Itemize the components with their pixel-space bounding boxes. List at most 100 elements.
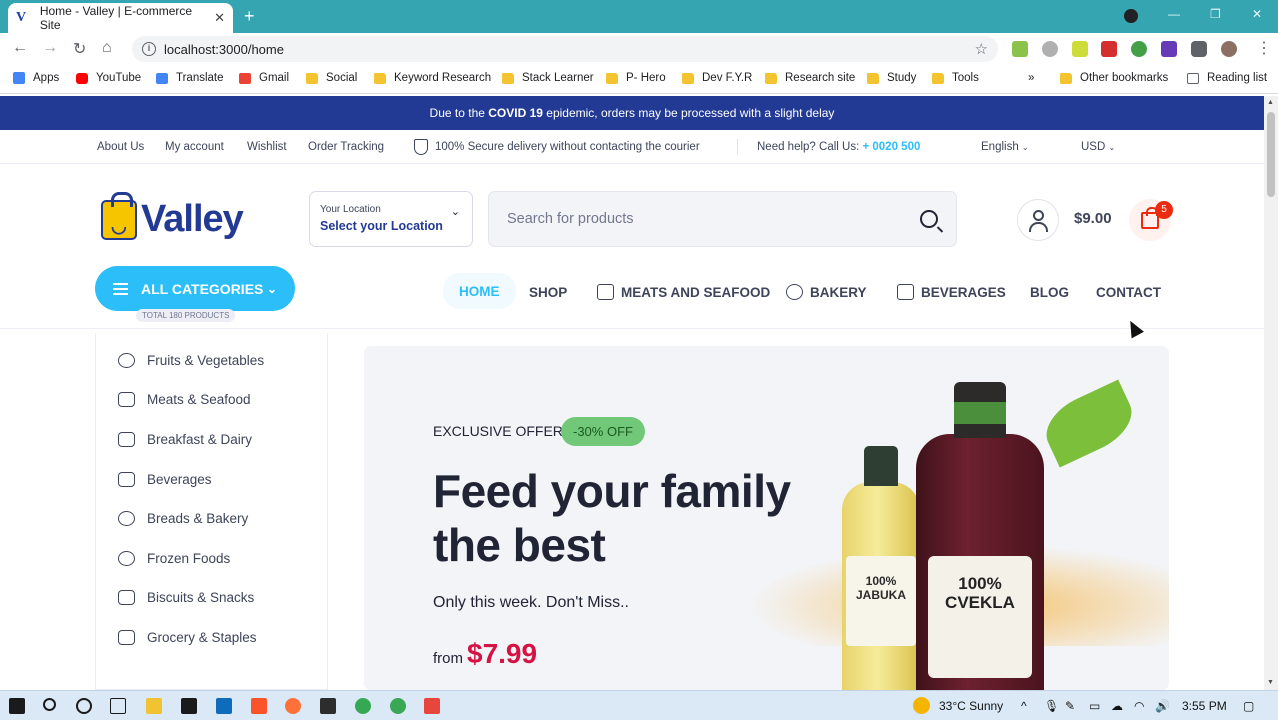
avatar[interactable] — [1221, 41, 1237, 57]
phone-number[interactable]: + 0020 500 — [862, 141, 920, 153]
order-tracking-link[interactable]: Order Tracking — [308, 141, 384, 153]
forward-icon[interactable]: → — [42, 39, 58, 57]
bookmark-other[interactable]: Other bookmarks — [1060, 72, 1168, 84]
shield-icon — [414, 139, 428, 155]
wifi-icon[interactable]: ◠ — [1134, 699, 1144, 713]
bookmark-apps[interactable]: Apps — [13, 72, 59, 84]
nav-beverages[interactable]: BEVERAGES — [897, 279, 1006, 305]
chrome-profile-icon[interactable] — [390, 698, 406, 714]
bookmark-p-hero[interactable]: P- Hero — [606, 72, 666, 84]
extension-icon[interactable] — [1101, 41, 1117, 57]
back-icon[interactable]: ← — [12, 39, 28, 57]
site-favicon-icon: V — [16, 10, 27, 25]
category-beverages[interactable]: Beverages — [118, 469, 212, 489]
page-scrollbar[interactable]: ▲ ▼ — [1264, 96, 1278, 690]
app-icon[interactable] — [424, 698, 440, 714]
bookmark-social[interactable]: Social — [306, 72, 357, 84]
about-us-link[interactable]: About Us — [97, 141, 144, 153]
site-logo[interactable]: Valley — [101, 191, 244, 241]
category-frozen-foods[interactable]: Frozen Foods — [118, 548, 230, 568]
bookmark-keyword-research[interactable]: Keyword Research — [374, 72, 491, 84]
site-info-icon[interactable]: i — [142, 42, 156, 56]
close-window-button[interactable]: ✕ — [1252, 7, 1262, 21]
category-breakfast-dairy[interactable]: Breakfast & Dairy — [118, 429, 252, 449]
notifications-icon[interactable]: ▢ — [1243, 699, 1254, 713]
mail-icon[interactable] — [216, 698, 232, 714]
extension-icon[interactable] — [1012, 41, 1028, 57]
folder-icon — [932, 72, 944, 84]
more-bookmarks-icon[interactable]: » — [1028, 72, 1034, 84]
store-icon[interactable] — [181, 698, 197, 714]
category-grocery-staples[interactable]: Grocery & Staples — [118, 627, 257, 647]
extension-icon[interactable] — [1161, 41, 1177, 57]
reload-icon[interactable]: ↻ — [73, 39, 86, 59]
bookmark-stack-learner[interactable]: Stack Learner — [502, 72, 594, 84]
scrollbar-thumb[interactable] — [1267, 112, 1275, 197]
browser-tab-active[interactable]: V Home - Valley | E-commerce Site ✕ — [8, 3, 233, 33]
extension-icon[interactable] — [1072, 41, 1088, 57]
nav-shop[interactable]: SHOP — [529, 279, 567, 305]
bookmark-tools[interactable]: Tools — [932, 72, 979, 84]
search-icon[interactable] — [920, 210, 938, 228]
search-input[interactable] — [507, 211, 920, 227]
volume-icon[interactable]: 🔊 — [1155, 699, 1170, 713]
bookmark-research-site[interactable]: Research site — [765, 72, 855, 84]
reading-list[interactable]: Reading list — [1187, 72, 1267, 84]
language-select[interactable]: English ⌄ — [981, 141, 1029, 153]
nav-contact[interactable]: CONTACT — [1096, 279, 1161, 305]
category-breads-bakery[interactable]: Breads & Bakery — [118, 508, 248, 528]
nav-blog[interactable]: BLOG — [1030, 279, 1069, 305]
category-meats-seafood[interactable]: Meats & Seafood — [118, 389, 251, 409]
firefox-icon[interactable] — [285, 698, 301, 714]
reading-list-icon — [1187, 72, 1199, 84]
cart-button[interactable]: 5 — [1129, 199, 1173, 241]
chrome-icon[interactable] — [355, 698, 371, 714]
file-explorer-icon[interactable] — [146, 698, 162, 714]
home-icon[interactable]: ⌂ — [102, 39, 112, 57]
nav-meats-and-seafood[interactable]: MEATS AND SEAFOOD — [597, 279, 770, 305]
bookmark-translate[interactable]: Translate — [156, 72, 224, 84]
battery-icon[interactable]: ▭ — [1089, 699, 1100, 713]
all-categories-button[interactable]: ALL CATEGORIES ⌄ — [95, 266, 295, 311]
cloud-icon[interactable]: ☁ — [1111, 699, 1123, 713]
scroll-down-icon[interactable]: ▼ — [1267, 679, 1274, 686]
bookmark-youtube[interactable]: YouTube — [76, 72, 141, 84]
microphone-icon[interactable]: 🎙 — [1044, 699, 1059, 713]
extension-icon[interactable] — [1131, 41, 1147, 57]
bookmark-gmail[interactable]: Gmail — [239, 72, 289, 84]
pen-icon[interactable]: ✎ — [1065, 699, 1075, 713]
windows-start-icon[interactable] — [9, 698, 25, 714]
bookmark-dev-fyr[interactable]: Dev F.Y.R — [682, 72, 752, 84]
location-selector[interactable]: Your Location Select your Location ⌄ — [309, 191, 473, 247]
account-button[interactable] — [1017, 199, 1059, 241]
wishlist-link[interactable]: Wishlist — [247, 141, 287, 153]
nav-home[interactable]: HOME — [443, 273, 516, 309]
minimize-button[interactable]: — — [1168, 7, 1180, 21]
clock-time[interactable]: 3:55 PM — [1182, 699, 1227, 713]
extension-icon[interactable] — [1042, 41, 1058, 57]
tab-search-icon[interactable] — [1124, 9, 1138, 23]
cortana-icon[interactable] — [76, 698, 92, 714]
nav-bakery[interactable]: BAKERY — [786, 279, 867, 305]
task-view-icon[interactable] — [110, 698, 126, 714]
tab-close-icon[interactable]: ✕ — [214, 10, 225, 26]
my-account-link[interactable]: My account — [165, 141, 224, 153]
category-biscuits-snacks[interactable]: Biscuits & Snacks — [118, 587, 254, 607]
brave-icon[interactable] — [251, 698, 267, 714]
terminal-icon[interactable] — [320, 698, 336, 714]
category-fruits-vegetables[interactable]: Fruits & Vegetables — [118, 350, 264, 370]
bookmark-study[interactable]: Study — [867, 72, 916, 84]
puzzle-icon[interactable] — [1191, 41, 1207, 57]
restore-button[interactable]: ❐ — [1210, 7, 1221, 21]
mouse-cursor-icon — [1124, 317, 1144, 339]
chevron-up-icon[interactable]: ^ — [1021, 699, 1027, 713]
new-tab-button[interactable]: + — [244, 6, 255, 27]
search-icon[interactable] — [43, 698, 56, 711]
weather-text[interactable]: 33°C Sunny — [939, 699, 1003, 713]
hero-banner[interactable]: 100% JABUKA 100% CVEKLA Exclusive Offer … — [364, 346, 1169, 690]
scroll-up-icon[interactable]: ▲ — [1267, 99, 1274, 106]
bookmark-star-icon[interactable]: ☆ — [975, 40, 988, 58]
menu-icon[interactable]: ⋮ — [1256, 38, 1272, 58]
address-bar[interactable]: i localhost:3000/home ☆ — [132, 36, 998, 62]
currency-select[interactable]: USD ⌄ — [1081, 141, 1115, 153]
